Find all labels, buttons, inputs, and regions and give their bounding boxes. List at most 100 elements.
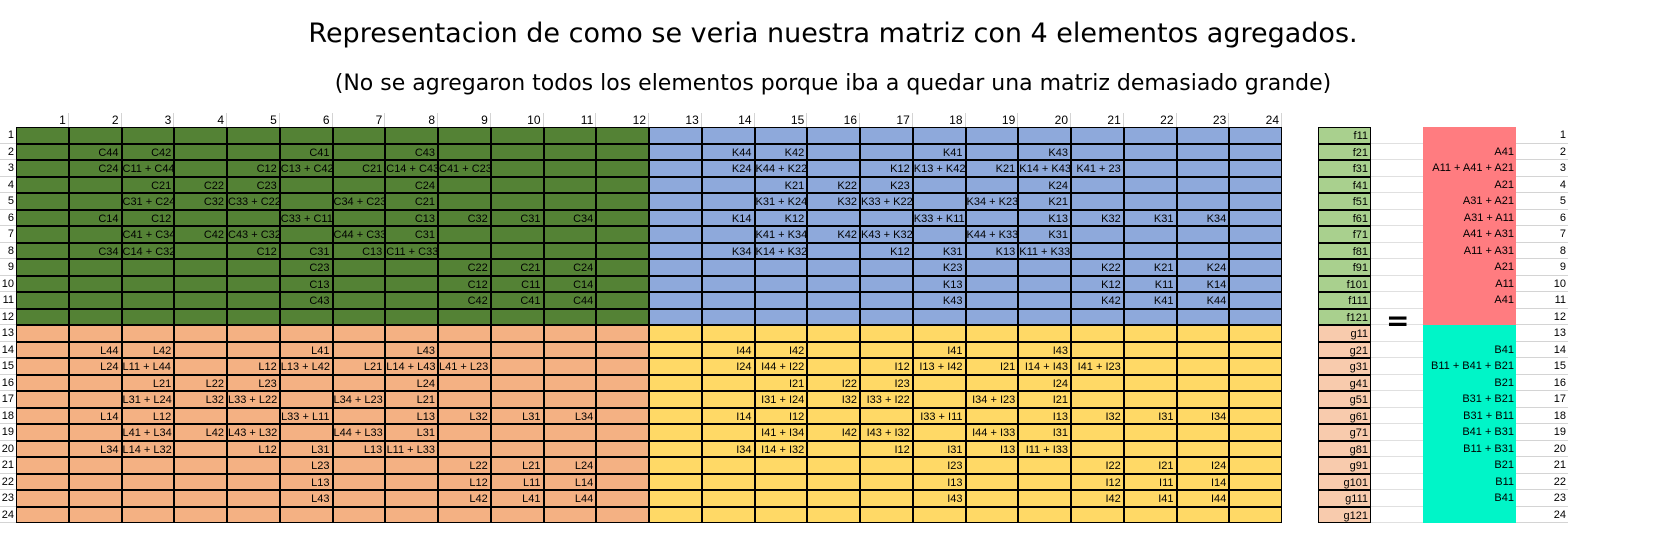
matrix-cell[interactable] xyxy=(649,242,702,259)
matrix-cell[interactable] xyxy=(807,440,860,457)
matrix-cell[interactable] xyxy=(174,473,227,490)
matrix-cell[interactable]: L14 xyxy=(68,407,122,424)
vector-x-cell[interactable]: f61 xyxy=(1318,209,1371,226)
matrix-cell[interactable] xyxy=(649,127,702,144)
row-number[interactable]: 12 xyxy=(1516,309,1568,325)
matrix-cell[interactable] xyxy=(68,292,122,309)
matrix-cell[interactable] xyxy=(174,242,227,259)
matrix-cell[interactable] xyxy=(227,143,280,160)
matrix-cell[interactable] xyxy=(332,490,386,507)
matrix-cell[interactable] xyxy=(807,209,860,226)
matrix-cell[interactable]: K34 xyxy=(1176,209,1230,226)
matrix-cell[interactable] xyxy=(596,490,649,507)
matrix-cell[interactable]: K13 xyxy=(965,242,1019,259)
matrix-cell[interactable]: I14 xyxy=(701,407,755,424)
matrix-cell[interactable] xyxy=(174,506,227,523)
row-number[interactable]: 10 xyxy=(0,276,16,292)
matrix-cell[interactable] xyxy=(1229,358,1282,375)
matrix-cell[interactable]: L34 xyxy=(543,407,597,424)
matrix-cell[interactable]: K12 xyxy=(754,209,808,226)
matrix-cell[interactable]: L31 xyxy=(385,424,438,441)
column-header[interactable]: 24 xyxy=(1229,113,1282,127)
matrix-cell[interactable] xyxy=(649,325,702,342)
matrix-cell[interactable]: I12 xyxy=(754,407,808,424)
matrix-cell[interactable] xyxy=(1071,242,1124,259)
matrix-cell[interactable]: C43 xyxy=(385,143,438,160)
vector-b-cell[interactable]: A21 xyxy=(1423,176,1516,193)
matrix-cell[interactable] xyxy=(227,457,280,474)
matrix-cell[interactable]: L11 + L33 xyxy=(385,440,438,457)
matrix-cell[interactable] xyxy=(596,308,649,325)
matrix-cell[interactable] xyxy=(16,506,69,523)
matrix-cell[interactable]: L42 xyxy=(438,490,491,507)
row-number[interactable]: 15 xyxy=(1516,358,1568,375)
matrix-cell[interactable] xyxy=(121,292,175,309)
column-header[interactable]: 8 xyxy=(385,113,438,127)
row-number[interactable]: 4 xyxy=(0,177,16,193)
matrix-cell[interactable] xyxy=(1123,358,1177,375)
matrix-cell[interactable] xyxy=(438,242,491,259)
matrix-cell[interactable] xyxy=(701,292,755,309)
matrix-cell[interactable]: C43 + C32 xyxy=(227,226,280,243)
matrix-cell[interactable]: K42 xyxy=(807,226,860,243)
matrix-cell[interactable]: C42 xyxy=(174,226,227,243)
matrix-cell[interactable]: C41 xyxy=(279,143,333,160)
matrix-cell[interactable] xyxy=(438,374,491,391)
row-number[interactable]: 21 xyxy=(1516,457,1568,474)
matrix-cell[interactable] xyxy=(16,407,69,424)
matrix-cell[interactable]: K44 xyxy=(701,143,755,160)
matrix-cell[interactable] xyxy=(649,143,702,160)
matrix-cell[interactable]: K31 + K24 xyxy=(754,193,808,210)
matrix-cell[interactable] xyxy=(965,209,1019,226)
grid-cell[interactable] xyxy=(1371,490,1423,507)
matrix-cell[interactable]: K22 xyxy=(807,176,860,193)
grid-cell[interactable] xyxy=(1371,358,1423,375)
vector-b-cell[interactable]: A41 xyxy=(1423,143,1516,160)
matrix-cell[interactable] xyxy=(1229,473,1282,490)
column-header[interactable]: 23 xyxy=(1177,113,1230,127)
matrix-cell[interactable]: L33 + L11 xyxy=(279,407,333,424)
matrix-cell[interactable]: K42 xyxy=(1071,292,1124,309)
matrix-cell[interactable]: C23 xyxy=(227,176,280,193)
matrix-cell[interactable] xyxy=(807,506,860,523)
matrix-cell[interactable]: K21 xyxy=(1018,193,1071,210)
matrix-cell[interactable]: C42 xyxy=(438,292,491,309)
matrix-cell[interactable] xyxy=(1229,259,1282,276)
vector-b-cell[interactable]: B21 xyxy=(1423,457,1516,474)
matrix-cell[interactable]: C13 xyxy=(385,209,438,226)
matrix-cell[interactable]: I23 xyxy=(860,374,913,391)
matrix-cell[interactable] xyxy=(227,127,280,144)
matrix-cell[interactable] xyxy=(121,506,175,523)
matrix-cell[interactable] xyxy=(385,308,438,325)
row-number[interactable]: 17 xyxy=(0,391,16,408)
column-header[interactable]: 5 xyxy=(227,113,280,127)
matrix-cell[interactable] xyxy=(490,160,544,177)
matrix-cell[interactable]: L13 xyxy=(385,407,438,424)
matrix-cell[interactable] xyxy=(1123,506,1177,523)
matrix-cell[interactable]: L13 xyxy=(332,440,386,457)
matrix-cell[interactable]: I34 xyxy=(1176,407,1230,424)
matrix-cell[interactable] xyxy=(965,308,1019,325)
matrix-cell[interactable]: L34 xyxy=(68,440,122,457)
matrix-cell[interactable] xyxy=(332,127,386,144)
matrix-cell[interactable]: L24 xyxy=(543,457,597,474)
matrix-cell[interactable] xyxy=(701,473,755,490)
matrix-cell[interactable] xyxy=(279,193,333,210)
matrix-cell[interactable] xyxy=(1018,457,1071,474)
matrix-cell[interactable] xyxy=(1071,193,1124,210)
vector-b-cell[interactable]: A31 + A21 xyxy=(1423,193,1516,210)
matrix-cell[interactable] xyxy=(332,341,386,358)
matrix-cell[interactable] xyxy=(965,275,1019,292)
matrix-cell[interactable]: I12 xyxy=(860,358,913,375)
vector-x-cell[interactable]: f51 xyxy=(1318,193,1371,210)
matrix-cell[interactable]: C34 xyxy=(543,209,597,226)
matrix-cell[interactable] xyxy=(16,160,69,177)
matrix-cell[interactable] xyxy=(701,374,755,391)
matrix-cell[interactable]: C41 xyxy=(490,292,544,309)
matrix-cell[interactable]: C42 xyxy=(121,143,175,160)
matrix-cell[interactable] xyxy=(1176,143,1230,160)
matrix-cell[interactable] xyxy=(1176,226,1230,243)
matrix-cell[interactable]: L23 xyxy=(279,457,333,474)
matrix-cell[interactable] xyxy=(965,292,1019,309)
matrix-cell[interactable]: I13 xyxy=(965,440,1019,457)
